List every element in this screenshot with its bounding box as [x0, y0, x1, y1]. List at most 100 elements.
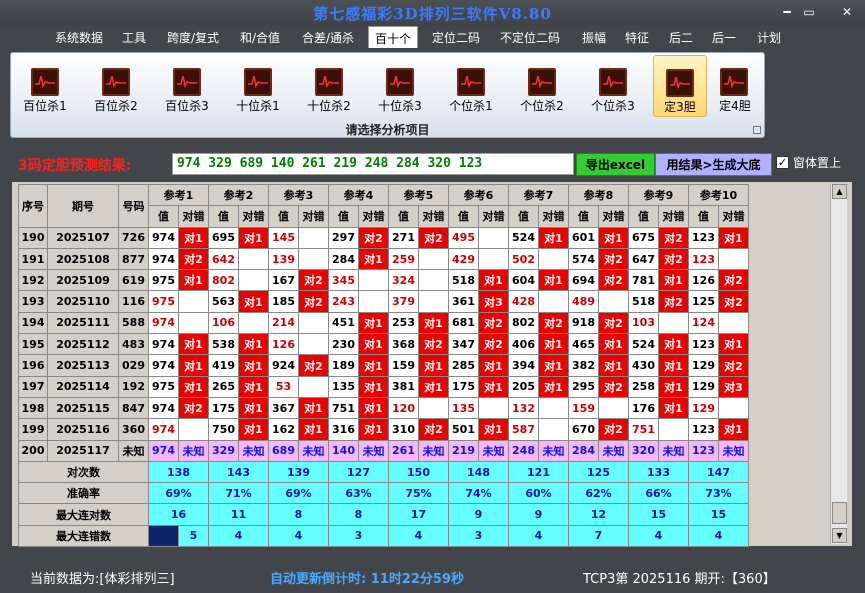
ref-value: 974 — [148, 247, 179, 271]
row-seq: 198 — [18, 396, 48, 420]
menu-item[interactable]: 工具 — [122, 29, 146, 46]
header-seq: 序号 — [18, 184, 48, 228]
stats-value: 63% — [328, 482, 389, 505]
header-ref: 参考4 — [328, 183, 389, 207]
scroll-thumb[interactable] — [832, 502, 847, 524]
ref-check: 对1 — [478, 375, 509, 398]
ref-value: 974 — [148, 354, 179, 377]
table-row-pending[interactable]: 200 2025117 未知 974 未知 329 未知 689 未知 140 未知 261 未知 219… — [18, 439, 749, 462]
ribbon-button[interactable]: 十位杀2 — [300, 55, 358, 117]
table-row[interactable]: 193 2025110 116 975 563 对1 185 对2 243 379 361 对3 428… — [18, 290, 749, 313]
ribbon-caption: 请选择分析项目 — [345, 123, 430, 137]
ref-value: 802 — [508, 311, 539, 335]
ribbon-button[interactable]: 百位杀3 — [158, 55, 216, 117]
ref-check: 对1 — [358, 333, 389, 356]
ontop-checkbox[interactable]: ✓ — [776, 156, 789, 169]
table-row[interactable]: 196 2025113 029 974 对1 419 对1 924 对2 189 对1 159 对1 28… — [18, 354, 749, 377]
ref-value: 681 — [448, 311, 479, 335]
table-row[interactable]: 192 2025109 619 975 对1 802 167 对2 345 324 518 对1 604… — [18, 269, 749, 292]
menu-item[interactable]: 特征 — [625, 29, 649, 46]
stats-value: 69% — [268, 482, 329, 505]
ref-check: 对1 — [238, 333, 269, 356]
menu-item[interactable]: 后二 — [669, 29, 693, 46]
scroll-up-icon[interactable]: ▲ — [832, 184, 847, 199]
ribbon-button[interactable]: 百位杀2 — [87, 55, 145, 117]
ref-check: 对2 — [298, 354, 329, 377]
ribbon-button[interactable]: 个位杀1 — [442, 55, 500, 117]
ribbon-button[interactable]: 十位杀3 — [371, 55, 429, 117]
ref-check: 对1 — [658, 354, 689, 377]
minimize-button[interactable]: ━ — [775, 4, 799, 20]
header-value: 值 — [328, 205, 359, 228]
row-number: 483 — [118, 333, 149, 356]
stats-value: 4 — [388, 524, 449, 548]
menu-item[interactable]: 和/合值 — [240, 29, 280, 46]
menu-item[interactable]: 定位二码 — [432, 29, 480, 46]
menu-item[interactable]: 后一 — [712, 29, 736, 46]
prediction-result-field[interactable]: 974 329 689 140 261 219 248 284 320 123 — [172, 153, 574, 175]
generate-bigbase-button[interactable]: 用结果>生成大底 — [655, 153, 772, 176]
ribbon-button[interactable]: 定3胆 — [653, 55, 707, 117]
scroll-down-icon[interactable]: ▼ — [832, 528, 847, 543]
ref-value: 159 — [568, 396, 599, 420]
stats-value: 3 — [328, 524, 389, 548]
ref-value: 123 — [688, 418, 719, 441]
table-row[interactable]: 191 2025108 877 974 对2 642 139 284 对1 259 429 502 57… — [18, 247, 749, 271]
ref-check: 对1 — [358, 375, 389, 398]
vertical-scrollbar[interactable]: ▲ ▼ — [830, 184, 847, 544]
stats-value: 138 — [148, 460, 209, 484]
ref-value: 258 — [628, 375, 659, 398]
ribbon-button[interactable]: 定4胆 — [711, 55, 759, 117]
ribbon-button[interactable]: 个位杀3 — [584, 55, 642, 117]
table-row[interactable]: 194 2025111 588 974 106 214 451 对1 253 对1 681 对2 802… — [18, 311, 749, 335]
chart-icon — [666, 69, 694, 97]
menu-item[interactable]: 合差/通杀 — [302, 29, 354, 46]
ribbon-button[interactable]: 百位杀1 — [16, 55, 74, 117]
row-period: 2025112 — [47, 333, 119, 356]
ref-value: 974 — [148, 439, 179, 462]
ribbon-button[interactable]: 个位杀2 — [513, 55, 571, 117]
ref-check — [718, 396, 749, 420]
ref-check: 对1 — [538, 375, 569, 398]
ref-check — [418, 396, 449, 420]
ribbon-expand-icon[interactable] — [753, 126, 761, 134]
export-excel-button[interactable]: 导出excel — [576, 153, 655, 176]
close-button[interactable]: ✕ — [835, 4, 859, 20]
stats-value: 17 — [388, 503, 449, 526]
ref-check: 对1 — [178, 333, 209, 356]
header-check: 对错 — [658, 205, 689, 228]
row-seq: 192 — [18, 269, 48, 292]
ribbon-button[interactable]: 十位杀1 — [229, 55, 287, 117]
row-number: 029 — [118, 354, 149, 377]
row-seq: 190 — [18, 226, 48, 249]
menu-item[interactable]: 跨度/复式 — [167, 29, 219, 46]
row-period: 2025107 — [47, 226, 119, 249]
menu-item[interactable]: 不定位二码 — [500, 29, 560, 46]
ref-check: 对1 — [238, 396, 269, 420]
table-row[interactable]: 199 2025116 360 974 750 对1 162 对1 316 对1 310 对2 501 对… — [18, 418, 749, 441]
ref-check: 对1 — [718, 226, 749, 249]
ref-check — [478, 396, 509, 420]
row-seq: 195 — [18, 333, 48, 356]
ref-value: 297 — [328, 226, 359, 249]
stats-value: 66% — [628, 482, 689, 505]
table-row[interactable]: 198 2025115 847 974 对2 175 对1 367 对1 751 对1 120 135 1… — [18, 396, 749, 420]
stats-value: 5 — [178, 524, 209, 548]
table-row[interactable]: 197 2025114 192 975 对1 265 对1 53 135 对1 381 对1 175 对1… — [18, 375, 749, 398]
ref-value: 670 — [568, 418, 599, 441]
table-row[interactable]: 195 2025112 483 974 对1 538 对1 126 230 对1 368 对2 347 对… — [18, 333, 749, 356]
stats-value: 139 — [268, 460, 329, 484]
menu-item[interactable]: 计划 — [757, 29, 781, 46]
table-row[interactable]: 190 2025107 726 974 对1 695 对1 145 297 对2 271 对2 495 5… — [18, 226, 749, 249]
ref-value: 125 — [688, 290, 719, 313]
ref-check — [418, 247, 449, 271]
maximize-button[interactable]: ▭ — [797, 4, 821, 20]
ref-value: 167 — [268, 269, 299, 292]
menu-item[interactable]: 系统数据 — [55, 29, 103, 46]
ref-check: 对2 — [598, 418, 629, 441]
ref-value: 538 — [208, 333, 239, 356]
menu-item[interactable]: 百十个 — [368, 26, 419, 48]
row-period: 2025115 — [47, 396, 119, 420]
menu-item[interactable]: 振幅 — [582, 29, 606, 46]
ref-value: 189 — [328, 354, 359, 377]
